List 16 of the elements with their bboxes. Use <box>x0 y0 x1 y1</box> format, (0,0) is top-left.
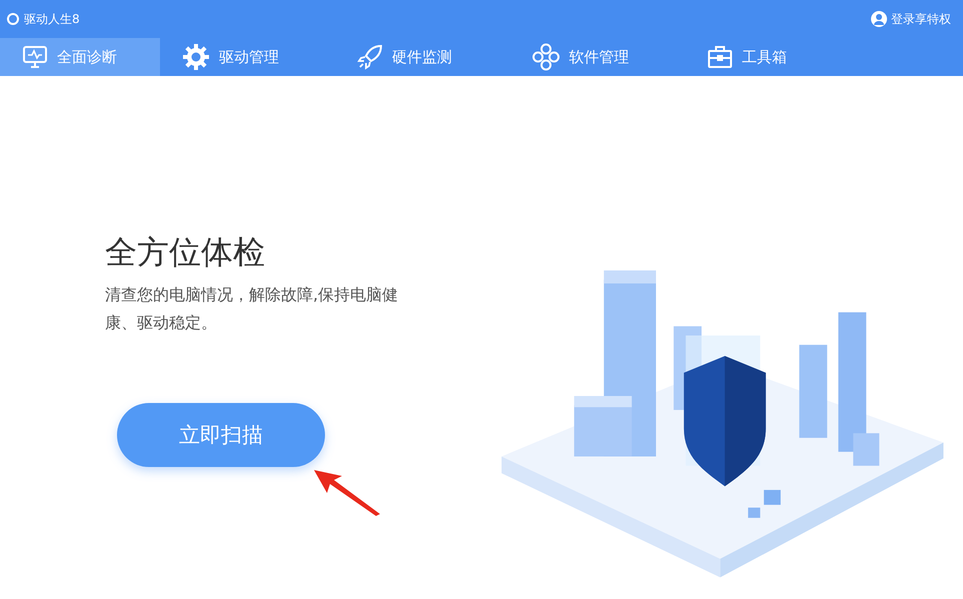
rocket-icon <box>357 44 383 70</box>
monitor-icon <box>22 45 48 69</box>
section-description: 清查您的电脑情况，解除故障,保持电脑健康、驱动稳定。 <box>105 284 400 334</box>
annotation-arrow <box>312 468 382 516</box>
login-link[interactable]: 登录享特权 <box>891 10 951 28</box>
section-heading: 全方位体检 <box>105 233 266 272</box>
nav-tab[interactable]: 工具箱 <box>685 38 860 76</box>
app-title: 驱动人生8 <box>24 10 80 28</box>
nav-tab[interactable]: 硬件监测 <box>335 38 510 76</box>
flower-icon <box>532 43 560 71</box>
scan-button[interactable]: 立即扫描 <box>117 402 325 467</box>
nav-tab[interactable]: 全面诊断 <box>0 38 160 76</box>
user-avatar-icon <box>871 11 887 27</box>
toolbox-icon <box>707 45 733 69</box>
nav-tab[interactable]: 驱动管理 <box>160 38 335 76</box>
nav-tab[interactable]: 软件管理 <box>510 38 685 76</box>
